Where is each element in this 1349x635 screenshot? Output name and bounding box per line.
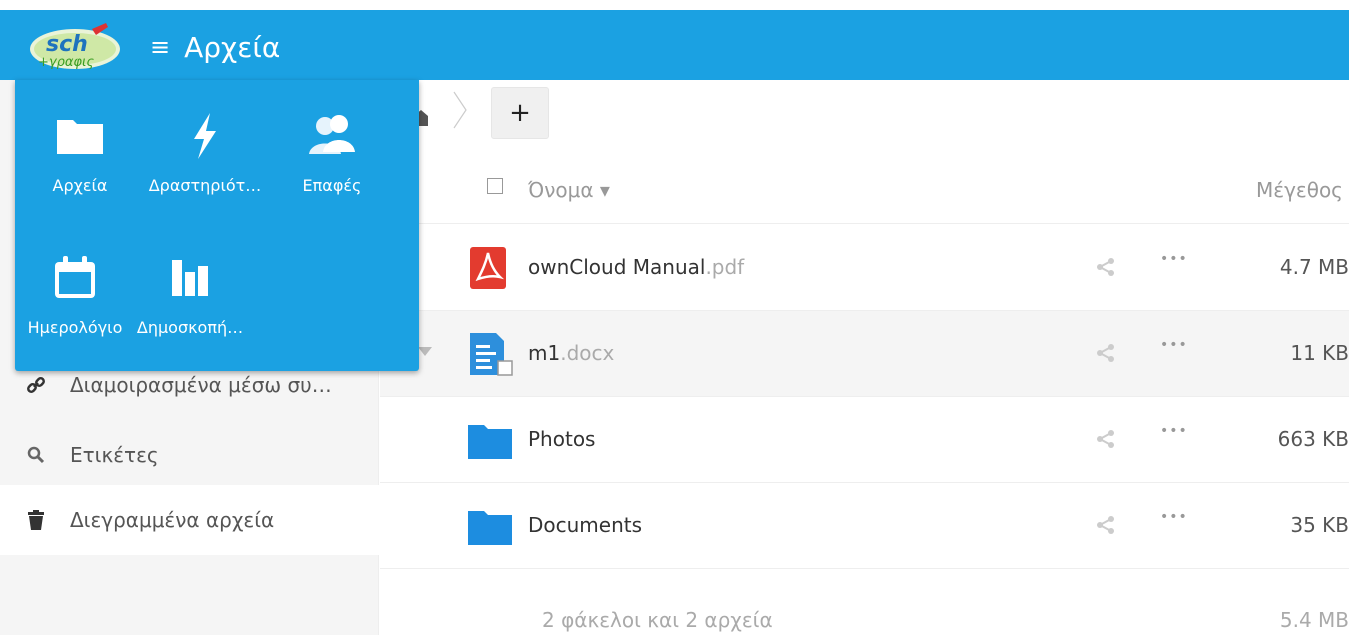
page-title: Αρχεία	[184, 30, 281, 64]
app-label: Δημοσκοπή…	[136, 318, 244, 337]
hamburger-icon: ≡	[150, 33, 171, 61]
table-header: Όνομα ▾ Μέγεθος	[380, 160, 1349, 224]
new-button[interactable]: +	[491, 87, 549, 139]
more-actions-icon[interactable]: •••	[1160, 251, 1188, 267]
app-header: sch +γραφις ≡ Αρχεία	[0, 10, 1349, 80]
file-size: 11 KB	[1290, 341, 1349, 365]
table-row[interactable]: Photos ••• 663 KB	[380, 397, 1349, 483]
share-icon[interactable]	[1096, 257, 1116, 277]
share-icon[interactable]	[1096, 343, 1116, 363]
app-label: Δραστηριότ…	[148, 176, 262, 195]
more-actions-icon[interactable]: •••	[1160, 509, 1188, 525]
document-icon	[470, 333, 513, 376]
breadcrumb-separator	[453, 91, 467, 129]
sidebar-item-tags[interactable]: Ετικέτες	[0, 420, 379, 490]
sidebar-item-deleted-files[interactable]: Διεγραμμένα αρχεία	[0, 485, 379, 555]
share-icon[interactable]	[1096, 515, 1116, 535]
file-name[interactable]: ownCloud Manual.pdf	[528, 255, 744, 279]
folder-icon	[468, 511, 512, 545]
file-size: 4.7 MB	[1279, 255, 1349, 279]
file-name[interactable]: Documents	[528, 513, 642, 537]
file-name[interactable]: m1.docx	[528, 341, 614, 365]
app-files[interactable]: Αρχεία	[15, 80, 145, 200]
file-list-area: + Όνομα ▾ Μέγεθος ownCloud Manual.pdf ••…	[380, 80, 1349, 635]
app-menu-dropdown: Αρχεία Δραστηριότ… Επαφές Ημερολόγιο Δημ…	[15, 80, 419, 371]
app-label: Επαφές	[302, 176, 362, 195]
app-menu-toggle[interactable]: ≡ Αρχεία	[150, 30, 281, 64]
name-column-header[interactable]: Όνομα ▾	[528, 178, 610, 202]
file-name[interactable]: Photos	[528, 427, 595, 451]
table-summary: 2 φάκελοι και 2 αρχεία 5.4 MB	[380, 580, 1349, 635]
top-border	[0, 0, 1349, 10]
size-column-header[interactable]: Μέγεθος	[1256, 178, 1343, 202]
summary-total-size: 5.4 MB	[1279, 608, 1349, 632]
search-icon	[24, 446, 48, 464]
sidebar-item-label: Ετικέτες	[70, 443, 159, 467]
file-size: 35 KB	[1290, 513, 1349, 537]
table-row[interactable]: m1.docx ••• 11 KB	[380, 311, 1349, 397]
table-row[interactable]: Documents ••• 35 KB	[380, 483, 1349, 569]
folder-icon	[52, 110, 108, 162]
more-actions-icon[interactable]: •••	[1160, 337, 1188, 353]
calendar-icon	[47, 252, 103, 304]
table-row[interactable]: ownCloud Manual.pdf ••• 4.7 MB	[380, 225, 1349, 311]
row-expand-icon[interactable]	[418, 347, 432, 356]
poll-icon	[162, 252, 218, 304]
folder-icon	[468, 425, 512, 459]
file-size: 663 KB	[1277, 427, 1349, 451]
link-icon	[24, 375, 48, 395]
svg-text:sch: sch	[46, 32, 88, 57]
app-polls[interactable]: Δημοσκοπή…	[125, 222, 255, 342]
app-label: Αρχεία	[52, 176, 108, 195]
share-icon[interactable]	[1096, 429, 1116, 449]
sidebar-item-label: Διεγραμμένα αρχεία	[70, 508, 275, 532]
svg-text:+γραφις: +γραφις	[38, 55, 94, 70]
app-calendar[interactable]: Ημερολόγιο	[10, 222, 140, 342]
summary-count: 2 φάκελοι και 2 αρχεία	[542, 608, 773, 632]
select-all-checkbox[interactable]	[487, 178, 503, 194]
lightning-icon	[177, 110, 233, 162]
logo[interactable]: sch +γραφις	[28, 21, 123, 71]
trash-icon	[24, 510, 48, 530]
contacts-icon	[304, 110, 360, 162]
app-contacts[interactable]: Επαφές	[267, 80, 397, 200]
more-actions-icon[interactable]: •••	[1160, 423, 1188, 439]
pdf-icon	[470, 247, 506, 289]
sidebar-item-label: Διαμοιρασμένα μέσω συ…	[70, 373, 332, 397]
app-activity[interactable]: Δραστηριότ…	[140, 80, 270, 200]
app-label: Ημερολόγιο	[27, 318, 123, 337]
